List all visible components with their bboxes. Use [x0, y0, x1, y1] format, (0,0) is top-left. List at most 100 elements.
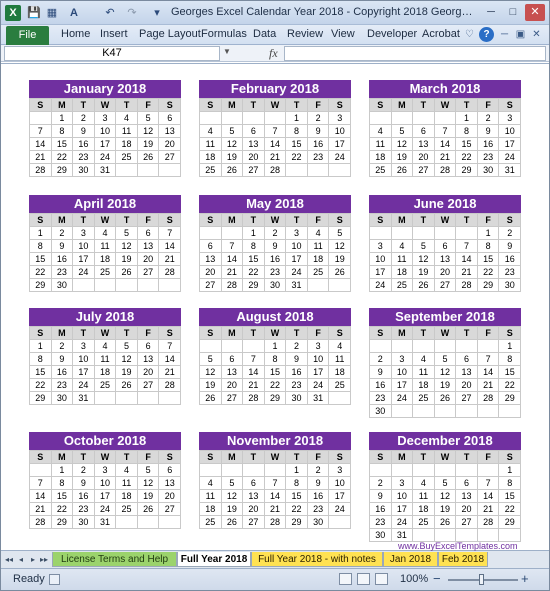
day-cell[interactable]: 13 [159, 125, 181, 138]
day-cell[interactable]: 8 [499, 477, 521, 490]
day-cell[interactable]: 23 [73, 503, 95, 516]
day-cell[interactable]: 17 [391, 503, 414, 516]
day-cell[interactable]: 11 [94, 240, 117, 253]
day-cell[interactable]: 1 [51, 112, 74, 125]
day-cell[interactable]: 15 [286, 490, 308, 503]
day-cell[interactable] [391, 227, 414, 240]
day-cell[interactable]: 2 [264, 227, 287, 240]
day-cell[interactable]: 18 [413, 503, 435, 516]
day-cell[interactable]: 1 [51, 464, 74, 477]
day-cell[interactable]: 16 [370, 379, 392, 392]
day-cell[interactable]: 26 [329, 266, 351, 279]
day-cell[interactable]: 5 [200, 353, 222, 366]
day-cell[interactable]: 8 [51, 125, 74, 138]
day-cell[interactable] [434, 464, 457, 477]
worksheet[interactable]: January 2018 S M T W T F S 1 2 3 4 5 6 7 8 9 10 11 12 13 14 15… [1, 63, 549, 550]
day-cell[interactable]: 20 [159, 490, 181, 503]
day-cell[interactable]: 30 [73, 516, 95, 529]
day-cell[interactable]: 11 [94, 353, 117, 366]
day-cell[interactable]: 4 [116, 464, 138, 477]
day-cell[interactable]: 19 [200, 379, 222, 392]
day-cell[interactable]: 24 [329, 503, 351, 516]
day-cell[interactable]: 23 [307, 151, 330, 164]
day-cell[interactable]: 27 [137, 379, 160, 392]
day-cell[interactable]: 30 [370, 405, 392, 418]
last-sheet-icon[interactable]: ▸▸ [39, 553, 49, 566]
zoom-slider-thumb[interactable] [479, 574, 484, 585]
day-cell[interactable]: 25 [200, 516, 222, 529]
day-cell[interactable]: 10 [286, 240, 308, 253]
day-cell[interactable]: 27 [221, 392, 244, 405]
day-cell[interactable]: 3 [499, 112, 521, 125]
day-cell[interactable]: 14 [30, 138, 52, 151]
day-cell[interactable]: 2 [477, 112, 500, 125]
day-cell[interactable]: 30 [286, 392, 308, 405]
day-cell[interactable]: 20 [200, 266, 222, 279]
day-cell[interactable]: 12 [221, 138, 244, 151]
day-cell[interactable]: 7 [477, 477, 500, 490]
day-cell[interactable] [243, 464, 265, 477]
day-cell[interactable]: 12 [116, 353, 138, 366]
day-cell[interactable]: 29 [51, 516, 74, 529]
tab-formulas[interactable]: Formulas [201, 28, 247, 40]
heart-icon[interactable]: ♡ [462, 27, 477, 42]
table-icon[interactable]: ▦ [45, 5, 59, 21]
day-cell[interactable] [391, 405, 414, 418]
name-box[interactable]: K47 [4, 46, 220, 61]
day-cell[interactable]: 22 [286, 503, 308, 516]
day-cell[interactable]: 1 [30, 227, 52, 240]
tab-data[interactable]: Data [253, 28, 276, 40]
day-cell[interactable]: 3 [94, 464, 117, 477]
day-cell[interactable]: 12 [434, 490, 457, 503]
day-cell[interactable]: 10 [73, 353, 95, 366]
day-cell[interactable]: 15 [499, 490, 521, 503]
day-cell[interactable]: 23 [370, 516, 392, 529]
day-cell[interactable]: 24 [286, 266, 308, 279]
day-cell[interactable] [456, 405, 478, 418]
maximize-button[interactable]: □ [503, 4, 523, 21]
day-cell[interactable]: 9 [499, 240, 521, 253]
redo-icon[interactable]: ↷ [125, 5, 139, 21]
day-cell[interactable] [159, 279, 181, 292]
day-cell[interactable]: 4 [307, 227, 330, 240]
next-sheet-icon[interactable]: ▸ [28, 553, 38, 566]
day-cell[interactable]: 23 [264, 266, 287, 279]
day-cell[interactable]: 17 [499, 138, 521, 151]
day-cell[interactable]: 11 [413, 490, 435, 503]
day-cell[interactable]: 18 [200, 503, 222, 516]
day-cell[interactable]: 12 [391, 138, 414, 151]
day-cell[interactable]: 22 [264, 379, 287, 392]
day-cell[interactable]: 4 [413, 477, 435, 490]
day-cell[interactable]: 8 [51, 477, 74, 490]
day-cell[interactable]: 24 [307, 379, 330, 392]
day-cell[interactable]: 22 [456, 151, 478, 164]
day-cell[interactable]: 8 [286, 125, 308, 138]
day-cell[interactable]: 26 [391, 164, 414, 177]
day-cell[interactable]: 24 [391, 516, 414, 529]
day-cell[interactable]: 13 [243, 490, 265, 503]
day-cell[interactable]: 5 [116, 340, 138, 353]
day-cell[interactable]: 21 [434, 151, 457, 164]
day-cell[interactable] [243, 340, 265, 353]
day-cell[interactable]: 1 [499, 340, 521, 353]
zoom-out-icon[interactable]: − [433, 571, 441, 586]
day-cell[interactable]: 11 [370, 138, 392, 151]
day-cell[interactable]: 14 [456, 253, 478, 266]
day-cell[interactable]: 10 [307, 353, 330, 366]
day-cell[interactable]: 17 [73, 366, 95, 379]
day-cell[interactable]: 6 [159, 112, 181, 125]
day-cell[interactable] [116, 164, 138, 177]
day-cell[interactable]: 2 [370, 477, 392, 490]
day-cell[interactable] [137, 392, 160, 405]
day-cell[interactable]: 20 [413, 151, 435, 164]
day-cell[interactable]: 25 [413, 392, 435, 405]
day-cell[interactable]: 18 [370, 151, 392, 164]
day-cell[interactable]: 30 [499, 279, 521, 292]
day-cell[interactable] [499, 405, 521, 418]
day-cell[interactable]: 29 [286, 516, 308, 529]
day-cell[interactable]: 15 [477, 253, 500, 266]
day-cell[interactable]: 15 [51, 138, 74, 151]
day-cell[interactable]: 7 [159, 227, 181, 240]
day-cell[interactable]: 22 [30, 266, 52, 279]
day-cell[interactable]: 16 [264, 253, 287, 266]
